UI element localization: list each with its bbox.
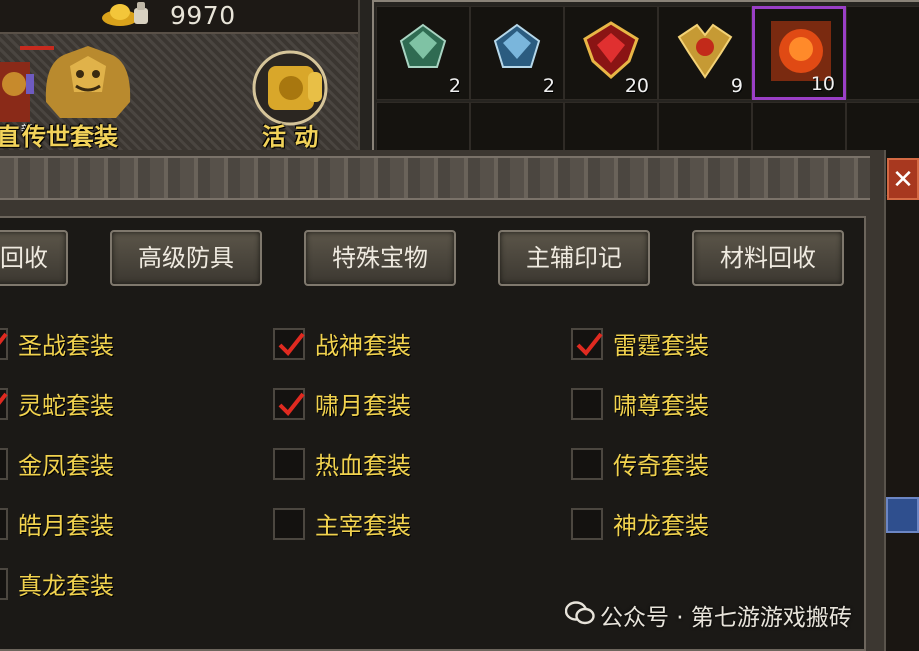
wechat-icon: [565, 601, 595, 625]
checkmark-icon: [278, 392, 305, 417]
checkmark-icon: [576, 332, 603, 357]
option-row[interactable]: 皓月套装: [0, 506, 176, 542]
option-label: 圣战套装: [18, 332, 114, 360]
checkbox[interactable]: [273, 508, 305, 540]
hud-label-left: 直: [0, 123, 20, 151]
option-row[interactable]: 啸月套装: [273, 386, 473, 422]
option-row[interactable]: 传奇套装: [571, 446, 771, 482]
slot-count: 2: [448, 75, 461, 97]
checkbox[interactable]: [0, 388, 8, 420]
option-row[interactable]: 战神套装: [273, 326, 473, 362]
checkmark-icon: [0, 392, 8, 405]
inventory-slot-selected[interactable]: 10: [752, 6, 846, 100]
option-label: 灵蛇套装: [18, 392, 114, 420]
panel-ornament-border: [0, 156, 870, 200]
checkmark-icon: [278, 332, 305, 357]
option-label: 热血套装: [315, 452, 411, 480]
option-row[interactable]: 热血套装: [273, 446, 473, 482]
tab-seal[interactable]: 主辅印记: [498, 230, 650, 286]
checkbox[interactable]: [571, 328, 603, 360]
top-hud: 9970 直 新 传世套装 活 动: [0, 0, 358, 152]
inventory-slot[interactable]: [846, 6, 919, 100]
option-row[interactable]: 灵蛇套装: [0, 386, 176, 422]
red-crest-icon: [583, 21, 639, 80]
option-row[interactable]: 圣战套装: [0, 326, 176, 362]
blue-gem-icon: [493, 23, 541, 68]
checkbox[interactable]: [0, 328, 8, 360]
checkbox[interactable]: [0, 448, 8, 480]
option-row[interactable]: 主宰套装: [273, 506, 473, 542]
green-gem-icon: [399, 23, 447, 68]
warrior-portrait-icon[interactable]: [0, 56, 36, 126]
close-button[interactable]: ✕: [887, 158, 919, 200]
tab-advanced-armor[interactable]: 高级防具: [110, 230, 262, 286]
gold-ingot-icon: [102, 2, 148, 26]
checkbox[interactable]: [273, 328, 305, 360]
slot-count: 20: [624, 75, 649, 97]
option-row[interactable]: 真龙套装: [0, 566, 176, 602]
option-label: 啸月套装: [315, 392, 411, 420]
gold-amount: 9970: [170, 1, 236, 30]
checkbox[interactable]: [571, 508, 603, 540]
slot-count: 9: [730, 75, 743, 97]
slot-count: 2: [542, 75, 555, 97]
checkbox[interactable]: [273, 448, 305, 480]
scroll-activity-icon[interactable]: [246, 48, 342, 126]
option-label: 神龙套装: [613, 512, 709, 540]
option-row[interactable]: 啸尊套装: [571, 386, 771, 422]
inventory-slot[interactable]: 20: [564, 6, 658, 100]
option-label: 啸尊套装: [613, 392, 709, 420]
option-label: 传奇套装: [613, 452, 709, 480]
hud-label-legendary-suit[interactable]: 传世套装: [22, 117, 118, 152]
watermark-text: 公众号 · 第七游游戏搬砖: [600, 605, 852, 631]
checkbox[interactable]: [571, 388, 603, 420]
tab-material-recycle[interactable]: 材料回收: [692, 230, 844, 286]
checkbox[interactable]: [0, 508, 8, 540]
checkmark-icon: [0, 332, 8, 345]
option-label: 金凤套装: [18, 452, 114, 480]
slot-count: 10: [810, 73, 835, 95]
checkbox[interactable]: [273, 388, 305, 420]
option-label: 战神套装: [315, 332, 411, 360]
checkbox[interactable]: [0, 568, 8, 600]
tab-recycle[interactable]: 回收: [0, 230, 68, 286]
gold-crest-icon: [677, 23, 733, 79]
inventory-grid: 2 2 20 9 10: [358, 0, 919, 196]
option-row[interactable]: 金凤套装: [0, 446, 176, 482]
tab-special-treasure[interactable]: 特殊宝物: [304, 230, 456, 286]
option-label: 皓月套装: [18, 512, 114, 540]
option-row[interactable]: 雷霆套装: [571, 326, 771, 362]
inventory-slot[interactable]: 2: [470, 6, 564, 100]
inventory-slot[interactable]: 9: [658, 6, 752, 100]
option-row[interactable]: 神龙套装: [571, 506, 771, 542]
option-label: 雷霆套装: [613, 332, 709, 360]
side-window-tab[interactable]: [886, 497, 919, 533]
checkbox[interactable]: [571, 448, 603, 480]
option-label: 真龙套装: [18, 572, 114, 600]
inventory-slot[interactable]: 2: [376, 6, 470, 100]
hud-label-activity[interactable]: 活 动: [262, 117, 318, 152]
golden-armor-icon[interactable]: [36, 42, 140, 122]
option-label: 主宰套装: [315, 512, 411, 540]
